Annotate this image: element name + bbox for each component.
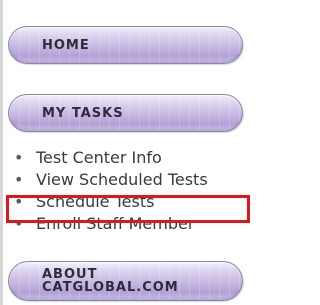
home-button-label: HOME [42, 38, 90, 53]
about-catglobal-button[interactable]: ABOUT CATGLOBAL.COM [8, 261, 243, 301]
task-list: • Test Center Info • View Scheduled Test… [12, 148, 252, 236]
about-label-line2: CATGLOBAL.COM [42, 280, 179, 295]
task-link-label: Schedule Tests [36, 192, 155, 211]
task-link-schedule-tests[interactable]: • Schedule Tests [12, 192, 252, 214]
bullet-icon: • [14, 148, 24, 167]
about-button-label: ABOUT CATGLOBAL.COM [42, 268, 179, 294]
task-link-label: Enroll Staff Member [36, 214, 195, 233]
task-link-test-center-info[interactable]: • Test Center Info [12, 148, 252, 170]
task-link-view-scheduled-tests[interactable]: • View Scheduled Tests [12, 170, 252, 192]
task-link-label: Test Center Info [36, 148, 162, 167]
my-tasks-button[interactable]: MY TASKS [8, 94, 243, 132]
bullet-icon: • [14, 214, 24, 233]
bullet-icon: • [14, 170, 24, 189]
frame-left-border [0, 0, 3, 305]
my-tasks-button-label: MY TASKS [42, 106, 124, 121]
bullet-icon: • [14, 192, 24, 211]
task-link-label: View Scheduled Tests [36, 170, 208, 189]
task-link-enroll-staff-member[interactable]: • Enroll Staff Member [12, 214, 252, 236]
home-button[interactable]: HOME [8, 26, 243, 64]
